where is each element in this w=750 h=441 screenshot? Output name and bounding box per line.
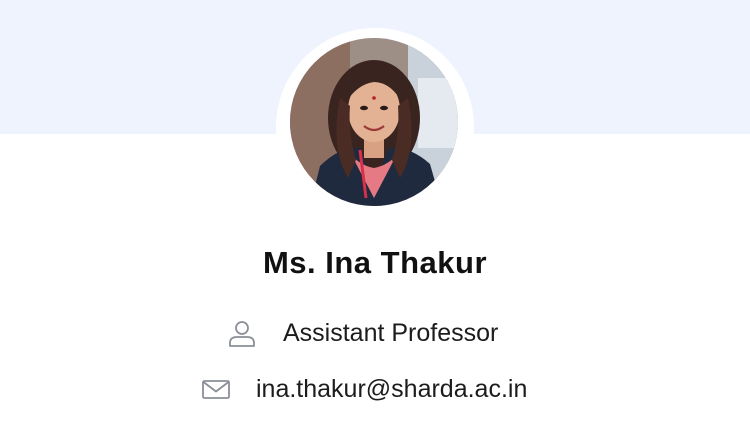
email-row: ina.thakur@sharda.ac.in	[200, 369, 527, 409]
avatar	[290, 38, 458, 206]
avatar-photo	[290, 38, 458, 206]
user-icon	[226, 317, 258, 349]
designation-row: Assistant Professor	[226, 313, 498, 353]
email-link[interactable]: ina.thakur@sharda.ac.in	[256, 375, 527, 404]
designation-text: Assistant Professor	[283, 318, 499, 347]
profile-name: Ms. Ina Thakur	[262, 245, 488, 280]
mail-icon	[200, 373, 232, 405]
